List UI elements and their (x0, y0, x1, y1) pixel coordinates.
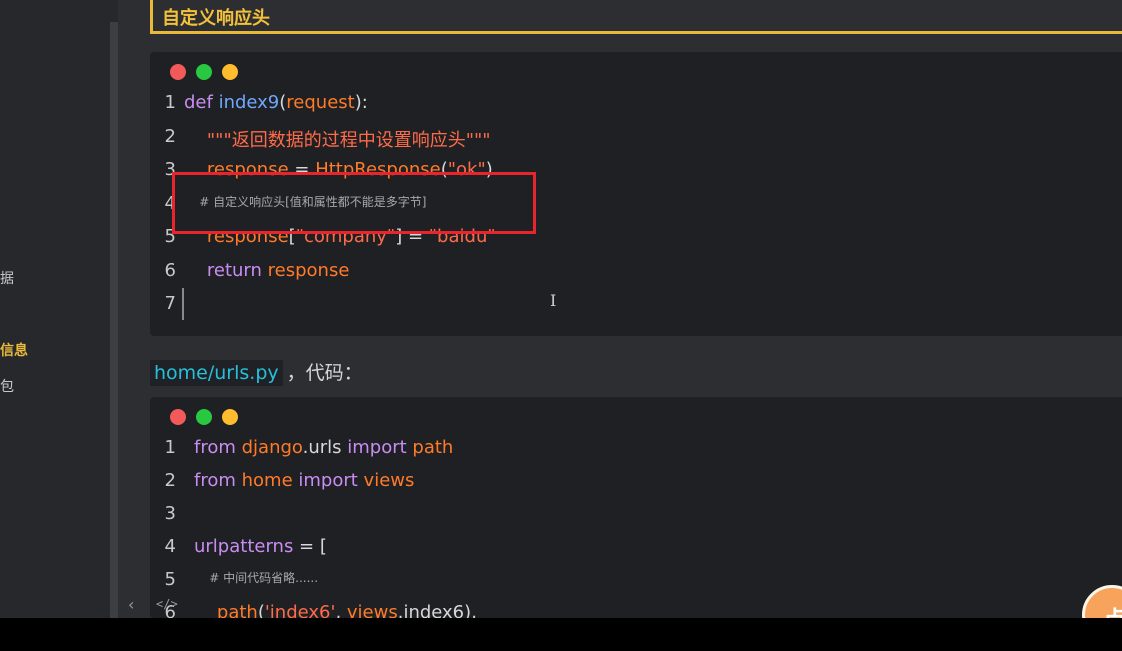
code-block: 1 from django.urls import path 2 from home … (150, 397, 1122, 618)
minimize-dot-icon (196, 64, 212, 80)
line-number: 3 (164, 503, 176, 524)
file-label: home/urls.py ，代码： (150, 358, 363, 386)
line-number: 5 (164, 569, 176, 590)
filename-chip: home/urls.py (150, 360, 283, 386)
code-token: import (298, 470, 364, 491)
code-token: from (194, 437, 242, 458)
code-token: = [ (293, 536, 327, 557)
code-token: import (347, 437, 413, 458)
code-text[interactable]: urlpatterns = [ (194, 536, 327, 557)
code-token: from (194, 470, 242, 491)
code-token: # 中间代码省略...... (194, 571, 319, 585)
code-token: request (286, 92, 355, 113)
code-text[interactable]: path('index6', views.index6), (194, 602, 477, 618)
code-token: .urls (302, 437, 348, 458)
code-token: ): (354, 92, 368, 113)
sidebar-item-fragment[interactable]: 包 (0, 376, 14, 396)
chevron-left-icon[interactable]: ‹ (128, 595, 134, 614)
line-number: 4 (164, 536, 176, 557)
sidebar: 据 信息 包 (0, 0, 118, 618)
line-number: 6 (164, 259, 176, 281)
code-text[interactable]: from django.urls import path (194, 437, 453, 458)
line-number: 1 (164, 92, 176, 113)
code-token: .index6), (397, 602, 477, 618)
text-caret (182, 288, 184, 320)
code-token: path (194, 602, 258, 618)
section-heading-title: 自定义响应头 (162, 8, 270, 29)
line-number: 1 (164, 437, 176, 458)
document-content: 自定义响应头 1 def index9(request): 2 """返回数据的过程… (118, 0, 1122, 618)
code-token: , (335, 602, 347, 618)
zoom-dot-icon (222, 409, 238, 425)
filename-suffix: ，代码： (286, 362, 363, 384)
bottom-bar (0, 618, 1122, 651)
code-token: urlpatterns (194, 536, 294, 557)
line-number: 2 (164, 125, 176, 147)
code-token: views (346, 602, 398, 618)
zoom-dot-icon (222, 64, 238, 80)
window-dots (170, 64, 248, 84)
code-token: views (363, 470, 415, 491)
ibeam-cursor-icon: I (550, 291, 557, 310)
code-token: """返回数据的过程中设置响应头""" (184, 129, 491, 151)
highlight-annotation-box (172, 172, 536, 234)
sidebar-item-active[interactable]: 信息 (0, 340, 28, 360)
code-token: path (412, 437, 454, 458)
code-token: ( (257, 602, 265, 618)
sidebar-item-fragment[interactable]: 据 (0, 268, 14, 288)
section-heading: 自定义响应头 (150, 0, 1122, 34)
minimize-dot-icon (196, 409, 212, 425)
window-dots (170, 409, 248, 429)
code-token: index9 (218, 92, 280, 113)
code-icon[interactable]: </> (156, 597, 178, 611)
code-text[interactable]: def index9(request): (184, 92, 368, 113)
code-token: 'index6' (264, 602, 336, 618)
code-token: return (184, 259, 268, 281)
code-text[interactable]: from home import views (194, 470, 414, 491)
sidebar-scrollbar[interactable] (110, 22, 118, 618)
code-token: home (241, 470, 299, 491)
close-dot-icon (170, 64, 186, 80)
code-text[interactable]: # 中间代码省略...... (194, 569, 318, 590)
code-token: def (184, 92, 219, 113)
screen: 据 信息 包 自定义响应头 1 def index9(request): 2 """… (0, 0, 1122, 651)
code-text[interactable]: return response (184, 259, 350, 281)
close-dot-icon (170, 409, 186, 425)
line-number: 2 (164, 470, 176, 491)
code-text[interactable]: """返回数据的过程中设置响应头""" (184, 126, 491, 152)
line-number: 7 (164, 293, 176, 314)
code-token: django (241, 437, 303, 458)
code-token: response (267, 259, 350, 281)
